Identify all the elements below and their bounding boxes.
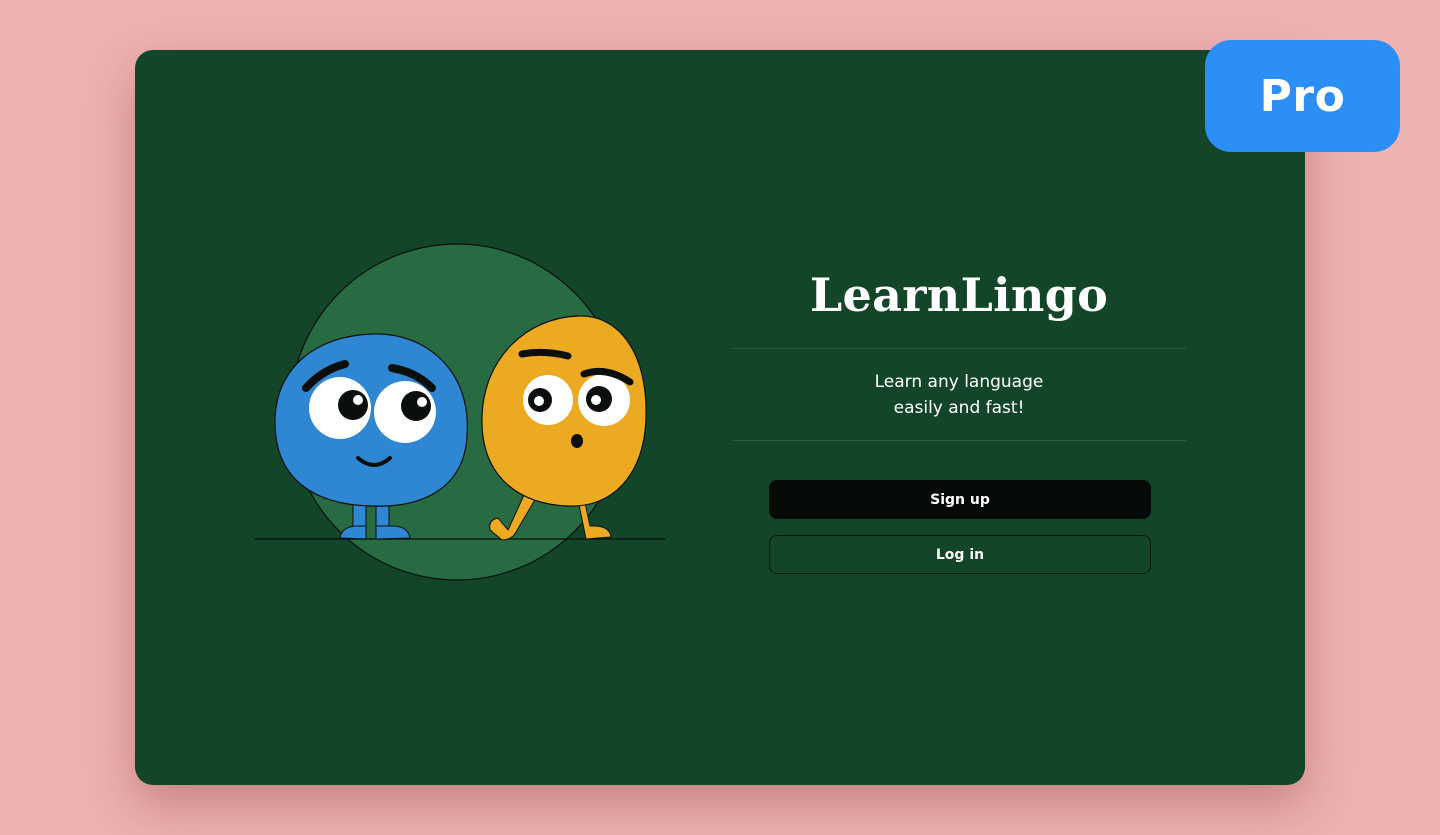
tagline-line-2: easily and fast! — [893, 398, 1025, 418]
pro-badge-label: Pro — [1259, 70, 1346, 122]
divider-bottom — [732, 440, 1186, 441]
tagline: Learn any language easily and fast! — [732, 369, 1186, 421]
divider-top — [732, 348, 1186, 349]
pro-badge: Pro — [1205, 40, 1400, 152]
log-in-button[interactable]: Log in — [769, 535, 1151, 574]
sign-up-button[interactable]: Sign up — [769, 480, 1151, 519]
tagline-line-1: Learn any language — [874, 372, 1044, 392]
mascot-illustration — [254, 243, 666, 581]
brand-title: LearnLingo — [809, 268, 1109, 322]
